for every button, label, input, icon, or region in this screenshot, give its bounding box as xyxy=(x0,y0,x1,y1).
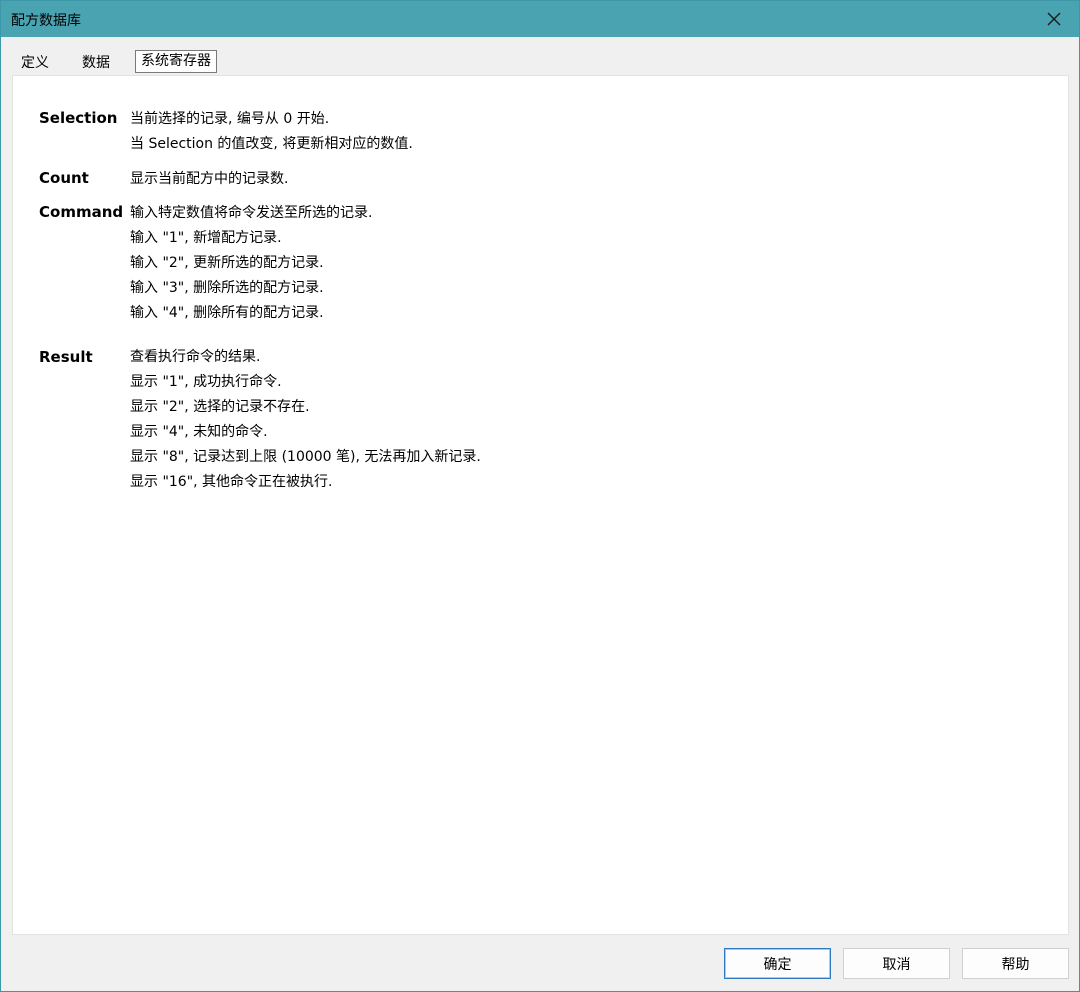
help-button[interactable]: 帮助 xyxy=(962,948,1069,979)
desc-line: 查看执行命令的结果. xyxy=(130,349,261,365)
desc-line: 显示 "1", 成功执行命令. xyxy=(130,374,282,390)
tab-bar: 定义 数据 系统寄存器 xyxy=(12,49,1072,75)
register-desc-command: 输入特定数值将命令发送至所选的记录. 输入 "1", 新增配方记录. 输入 "2… xyxy=(130,201,372,326)
desc-line: 输入特定数值将命令发送至所选的记录. xyxy=(130,205,373,221)
desc-line: 显示 "4", 未知的命令. xyxy=(130,424,268,440)
register-desc-result: 查看执行命令的结果. 显示 "1", 成功执行命令. 显示 "2", 选择的记录… xyxy=(130,345,481,495)
close-icon xyxy=(1047,12,1061,26)
register-name-count: Count xyxy=(39,169,89,187)
register-name-result: Result xyxy=(39,348,93,366)
desc-line: 当 Selection 的值改变, 将更新相对应的数值. xyxy=(130,136,413,152)
desc-line: 当前选择的记录, 编号从 0 开始. xyxy=(130,111,330,127)
window-title: 配方数据库 xyxy=(11,13,81,29)
register-name-command: Command xyxy=(39,203,124,221)
desc-line: 输入 "4", 删除所有的配方记录. xyxy=(130,305,324,321)
desc-line: 显示 "16", 其他命令正在被执行. xyxy=(130,474,333,490)
title-bar[interactable]: 配方数据库 xyxy=(1,1,1079,37)
tab-definition[interactable]: 定义 xyxy=(16,52,54,75)
desc-line: 显示 "8", 记录达到上限 (10000 笔), 无法再加入新记录. xyxy=(130,449,481,465)
desc-line: 输入 "1", 新增配方记录. xyxy=(130,230,282,246)
register-desc-count: 显示当前配方中的记录数. xyxy=(130,167,288,192)
close-button[interactable] xyxy=(1029,1,1079,37)
register-name-selection: Selection xyxy=(39,109,118,127)
tab-system-registers[interactable]: 系统寄存器 xyxy=(135,50,217,73)
ok-button[interactable]: 确定 xyxy=(724,948,831,979)
desc-line: 输入 "3", 删除所选的配方记录. xyxy=(130,280,324,296)
system-registers-panel: Selection 当前选择的记录, 编号从 0 开始. 当 Selection… xyxy=(12,75,1069,935)
cancel-button[interactable]: 取消 xyxy=(843,948,950,979)
desc-line: 显示当前配方中的记录数. xyxy=(130,171,289,187)
recipe-database-dialog: 配方数据库 定义 数据 系统寄存器 Selection 当前选择的记录, 编号从… xyxy=(0,0,1080,992)
desc-line: 输入 "2", 更新所选的配方记录. xyxy=(130,255,324,271)
register-desc-selection: 当前选择的记录, 编号从 0 开始. 当 Selection 的值改变, 将更新… xyxy=(130,107,413,157)
tab-data[interactable]: 数据 xyxy=(77,52,115,75)
desc-line: 显示 "2", 选择的记录不存在. xyxy=(130,399,310,415)
